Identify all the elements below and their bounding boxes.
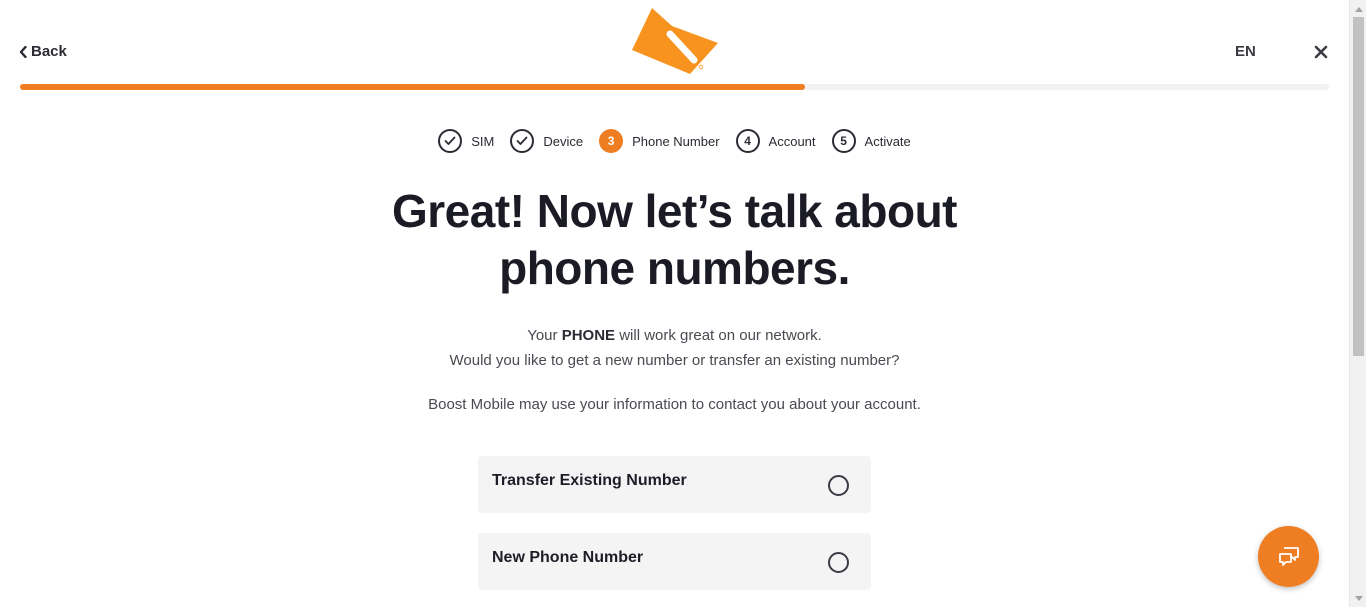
- checkmark-icon: [444, 136, 456, 145]
- checkmark-icon: [516, 136, 528, 145]
- page-title-line1: Great! Now let’s talk about: [391, 185, 958, 237]
- scroll-up-arrow[interactable]: [1350, 0, 1366, 17]
- network-info: Your PHONE will work great on our networ…: [0, 323, 1349, 373]
- close-icon[interactable]: [1314, 45, 1328, 59]
- step-sim: SIM: [438, 129, 494, 153]
- chat-button[interactable]: [1258, 526, 1319, 587]
- contact-notice: Boost Mobile may use your information to…: [428, 396, 921, 413]
- progress-fill: [20, 84, 806, 90]
- step-number: 3: [599, 129, 624, 153]
- progress-bar: [20, 84, 1329, 90]
- page-title: Great! Now let’s talk about phone number…: [0, 183, 1349, 297]
- step-done-indicator: [438, 129, 463, 153]
- step-device: Device: [510, 129, 583, 153]
- step-done-indicator: [510, 129, 535, 153]
- info-prefix: Your: [527, 327, 562, 344]
- step-account: 4 Account: [735, 129, 816, 153]
- new-number-radio[interactable]: [828, 552, 849, 573]
- device-type: PHONE: [561, 327, 616, 344]
- scroll-thumb[interactable]: [1353, 17, 1364, 356]
- chat-bubbles-icon: [1278, 546, 1299, 566]
- back-label: Back: [31, 43, 67, 60]
- back-button[interactable]: Back: [19, 43, 67, 60]
- step-label: SIM: [471, 133, 495, 149]
- scrollbar[interactable]: [1349, 0, 1366, 607]
- boost-logo: [632, 8, 718, 74]
- option-label: Transfer Existing Number: [492, 472, 687, 489]
- option-label: New Phone Number: [492, 549, 644, 566]
- chevron-left-icon: [19, 45, 27, 58]
- step-label: Device: [543, 133, 584, 149]
- page-title-line2: phone numbers.: [499, 242, 850, 294]
- step-activate: 5 Activate: [831, 129, 911, 153]
- number-question: Would you like to get a new number or tr…: [449, 352, 900, 369]
- transfer-number-radio[interactable]: [828, 475, 849, 496]
- scroll-down-arrow[interactable]: [1350, 590, 1366, 607]
- info-suffix: will work great on our network.: [615, 327, 822, 344]
- activation-page: Back EN SIM Device 3 Phone Number 4 Acco…: [0, 0, 1349, 607]
- new-number-option[interactable]: New Phone Number: [478, 533, 871, 590]
- transfer-number-option[interactable]: Transfer Existing Number: [478, 456, 871, 513]
- step-label: Phone Number: [632, 133, 720, 149]
- step-phone-number: 3 Phone Number: [599, 129, 720, 153]
- step-label: Activate: [864, 133, 911, 149]
- step-number: 5: [831, 129, 856, 153]
- step-label: Account: [768, 133, 816, 149]
- stepper: SIM Device 3 Phone Number 4 Account 5 Ac…: [0, 129, 1349, 153]
- language-selector[interactable]: EN: [1235, 43, 1256, 60]
- step-number: 4: [735, 129, 760, 153]
